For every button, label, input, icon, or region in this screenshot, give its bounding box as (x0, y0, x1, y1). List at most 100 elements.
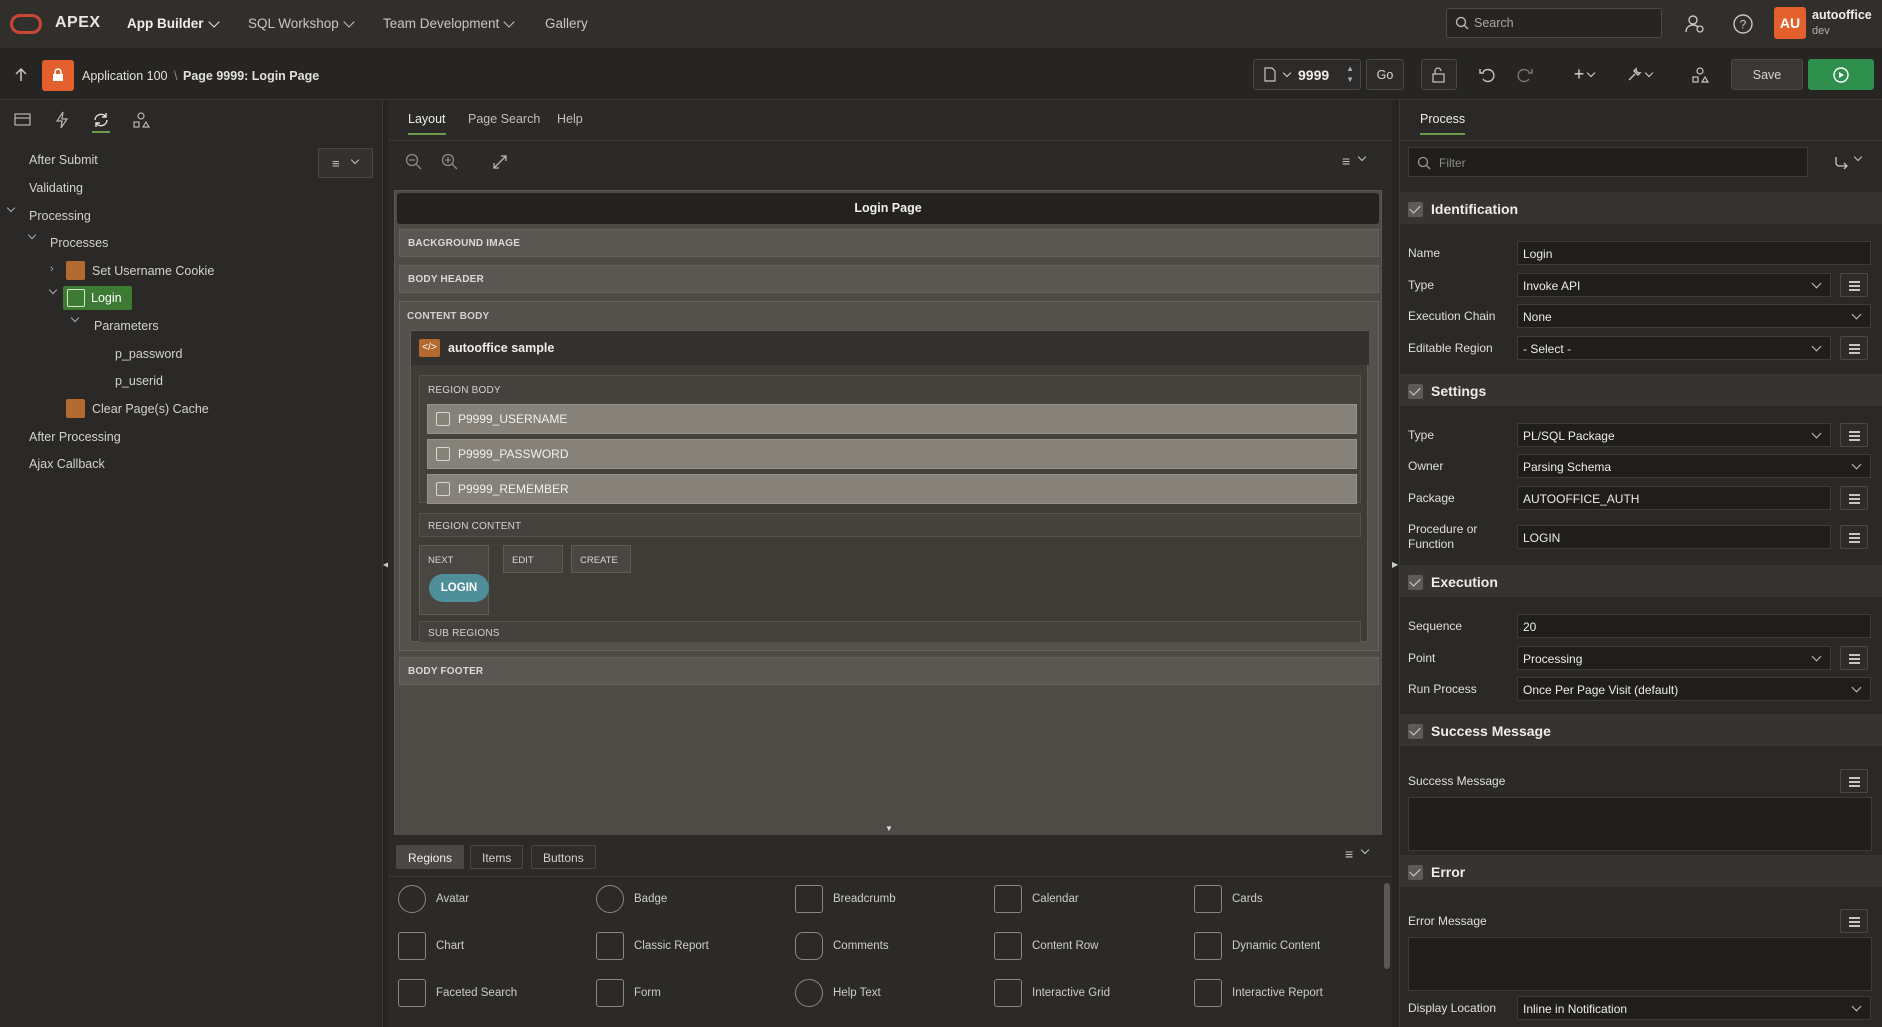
point-select[interactable]: Processing (1517, 646, 1831, 670)
splitter-down-icon[interactable]: ▼ (885, 824, 893, 833)
button-position-create[interactable]: CREATE (571, 545, 631, 573)
run-page-button[interactable] (1808, 59, 1874, 90)
dynamic-actions-tab-icon[interactable] (55, 111, 69, 129)
chevron-down-icon[interactable] (70, 313, 80, 323)
page-stepper-icon[interactable]: ▲ ▼ (1346, 63, 1354, 85)
create-menu-button[interactable]: + (1560, 59, 1608, 90)
position-body-footer[interactable]: BODY FOOTER (399, 657, 1379, 685)
gallery-menu-icon[interactable]: ≡ (1345, 846, 1353, 862)
owner-select[interactable]: Parsing Schema (1517, 454, 1871, 478)
sequence-field[interactable]: 20 (1517, 614, 1871, 638)
name-field[interactable]: Login (1517, 241, 1871, 265)
processing-tab-icon[interactable] (92, 111, 110, 129)
list-icon[interactable] (1840, 423, 1868, 447)
tab-layout[interactable]: Layout (408, 112, 446, 135)
display-location-select[interactable]: Inline in Notification (1517, 996, 1871, 1020)
list-icon[interactable] (1840, 525, 1868, 549)
gallery-avatar[interactable]: Avatar (398, 885, 469, 913)
gallery-help-text[interactable]: Help Text (795, 979, 881, 1007)
sub-regions-slot[interactable]: SUB REGIONS (419, 621, 1361, 643)
gallery-cards[interactable]: Cards (1194, 885, 1263, 913)
gallery-dynamic-content[interactable]: Dynamic Content (1194, 932, 1320, 960)
position-body-header[interactable]: BODY HEADER (399, 265, 1379, 293)
chevron-down-icon[interactable] (48, 285, 58, 295)
lock-page-button[interactable] (1421, 59, 1457, 90)
item-remember[interactable]: P9999_REMEMBER (427, 474, 1357, 504)
region-content-slot[interactable]: REGION CONTENT (419, 513, 1361, 537)
item-password[interactable]: P9999_PASSWORD (427, 439, 1357, 469)
run-process-select[interactable]: Once Per Page Visit (default) (1517, 677, 1871, 701)
tree-after-submit[interactable]: After Submit (29, 153, 98, 167)
zoom-in-icon[interactable] (441, 153, 459, 171)
redo-button[interactable] (1506, 59, 1542, 90)
user-name[interactable]: autooffice (1812, 8, 1872, 22)
gallery-chart[interactable]: Chart (398, 932, 464, 960)
gallery-form[interactable]: Form (596, 979, 661, 1007)
gallery-calendar[interactable]: Calendar (994, 885, 1079, 913)
list-icon[interactable] (1840, 486, 1868, 510)
breadcrumb-application[interactable]: Application 100 (82, 69, 167, 83)
execution-chain-select[interactable]: None (1517, 304, 1871, 328)
chevron-right-icon[interactable] (1840, 336, 1868, 360)
package-field[interactable]: AUTOOFFICE_AUTH (1517, 486, 1831, 510)
gallery-scrollbar[interactable] (1384, 883, 1390, 969)
chevron-down-icon[interactable] (1853, 152, 1863, 162)
gallery-comments[interactable]: Comments (795, 932, 889, 960)
nav-gallery[interactable]: Gallery (545, 16, 588, 31)
global-search-input[interactable]: Search (1446, 8, 1662, 38)
tree-param-password[interactable]: p_password (115, 347, 182, 361)
section-error[interactable]: Error (1408, 864, 1465, 880)
item-username[interactable]: P9999_USERNAME (427, 404, 1357, 434)
save-button[interactable]: Save (1731, 59, 1803, 90)
gallery-tab-regions[interactable]: Regions (396, 845, 465, 869)
chevron-down-icon[interactable] (27, 230, 37, 240)
user-admin-icon[interactable] (1684, 13, 1706, 35)
tab-page-search[interactable]: Page Search (468, 112, 540, 126)
tree-processing[interactable]: Processing (29, 209, 91, 223)
type-list-icon[interactable] (1840, 273, 1868, 297)
property-filter-input[interactable]: Filter (1408, 147, 1808, 177)
procedure-field[interactable]: LOGIN (1517, 525, 1831, 549)
tree-ajax-callback[interactable]: Ajax Callback (29, 457, 105, 471)
zoom-out-icon[interactable] (405, 153, 423, 171)
settings-type-select[interactable]: PL/SQL Package (1517, 423, 1831, 447)
collapse-right-icon[interactable]: ▶ (1392, 560, 1398, 569)
login-button[interactable]: LOGIN (429, 574, 489, 602)
position-background-image[interactable]: BACKGROUND IMAGE (399, 229, 1379, 257)
list-icon[interactable] (1840, 646, 1868, 670)
tree-login-selected[interactable]: Login (63, 286, 132, 310)
section-success-message[interactable]: Success Message (1408, 723, 1551, 739)
gallery-interactive-grid[interactable]: Interactive Grid (994, 979, 1110, 1007)
type-select[interactable]: Invoke API (1517, 273, 1831, 297)
apex-brand[interactable]: APEX (55, 14, 101, 32)
chevron-down-icon[interactable] (6, 203, 16, 213)
page-selector[interactable]: 9999 ▲ ▼ (1253, 59, 1361, 90)
page-title-bar[interactable]: Login Page (397, 193, 1379, 224)
gallery-faceted-search[interactable]: Faceted Search (398, 979, 517, 1007)
layout-menu-icon[interactable]: ≡ (1342, 153, 1350, 169)
page-number-input[interactable]: 9999 (1298, 67, 1329, 83)
tree-set-username-cookie[interactable]: Set Username Cookie (92, 264, 214, 278)
shared-components-button[interactable] (1682, 59, 1718, 90)
section-execution[interactable]: Execution (1408, 574, 1498, 590)
nav-app-builder[interactable]: App Builder (127, 15, 220, 31)
nav-team-development[interactable]: Team Development (383, 15, 515, 31)
success-message-textarea[interactable] (1408, 797, 1872, 851)
section-settings[interactable]: Settings (1408, 383, 1486, 399)
tree-clear-cache[interactable]: Clear Page(s) Cache (92, 402, 209, 416)
utilities-menu-button[interactable] (1614, 59, 1664, 90)
help-icon[interactable]: ? (1732, 13, 1754, 35)
error-message-textarea[interactable] (1408, 937, 1872, 991)
tree-after-processing[interactable]: After Processing (29, 430, 121, 444)
gallery-interactive-report[interactable]: Interactive Report (1194, 979, 1323, 1007)
section-identification[interactable]: Identification (1408, 201, 1518, 217)
shared-components-tab-icon[interactable] (132, 111, 150, 129)
tree-processes[interactable]: Processes (50, 236, 108, 250)
tab-help[interactable]: Help (557, 112, 583, 126)
region-autooffice-sample[interactable]: </> autooffice sample REGION BODY P9999_… (410, 330, 1369, 643)
tree-parameters[interactable]: Parameters (94, 319, 159, 333)
expand-editor-icon[interactable] (1840, 909, 1868, 933)
chevron-down-icon[interactable] (1357, 152, 1367, 162)
gallery-breadcrumb[interactable]: Breadcrumb (795, 885, 896, 913)
button-position-edit[interactable]: EDIT (503, 545, 563, 573)
